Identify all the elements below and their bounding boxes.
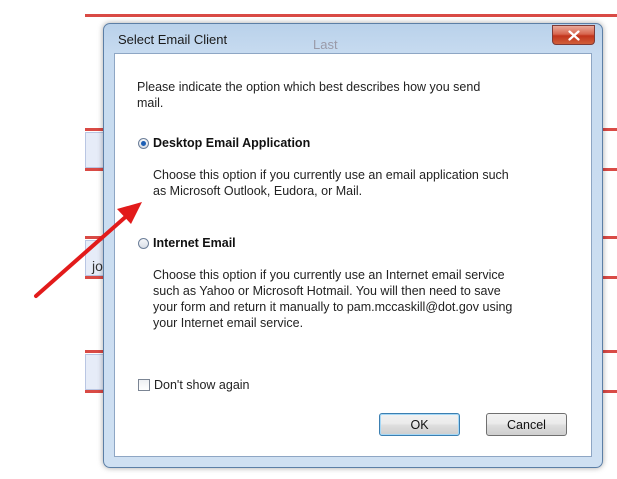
prompt-line-2: mail. — [137, 96, 164, 110]
radio-internet-email[interactable] — [138, 238, 149, 249]
option-internet-description-2: such as Yahoo or Microsoft Hotmail. You … — [153, 284, 501, 298]
dont-show-again-label[interactable]: Don't show again — [154, 377, 250, 393]
option-internet-description-4: your Internet email service. — [153, 316, 304, 330]
background-header-text: Last — [313, 37, 338, 52]
option-internet-description-1: Choose this option if you currently use … — [153, 268, 505, 282]
option-desktop-description-2: as Microsoft Outlook, Eudora, or Mail. — [153, 184, 363, 198]
dialog-title: Select Email Client — [118, 32, 228, 47]
radio-selected-dot — [141, 141, 146, 146]
option-internet-email-label[interactable]: Internet Email — [153, 236, 236, 250]
prompt-line-1: Please indicate the option which best de… — [137, 80, 481, 94]
ok-button[interactable]: OK — [379, 413, 460, 436]
select-email-client-dialog: Last Select Email Client Please indicate… — [103, 23, 603, 468]
option-desktop-email-label[interactable]: Desktop Email Application — [153, 136, 310, 150]
close-icon — [567, 29, 580, 41]
radio-desktop-email[interactable] — [138, 138, 149, 149]
cancel-button[interactable]: Cancel — [486, 413, 567, 436]
dont-show-again-checkbox[interactable] — [138, 379, 150, 391]
option-internet-description-3: your form and return it manually to pam.… — [153, 300, 513, 314]
dialog-content: Please indicate the option which best de… — [114, 53, 592, 457]
close-button[interactable] — [552, 25, 595, 45]
background-red-line — [85, 14, 617, 17]
option-desktop-description-1: Choose this option if you currently use … — [153, 168, 509, 182]
